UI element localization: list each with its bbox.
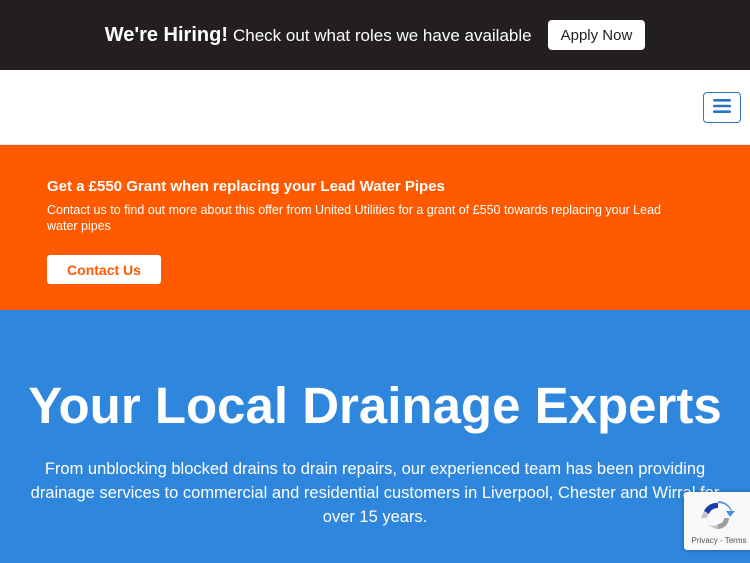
grant-title: Get a £550 Grant when replacing your Lea… [47,178,445,195]
grant-banner: Get a £550 Grant when replacing your Lea… [0,145,750,310]
hero-section: Your Local Drainage Experts From unblock… [0,310,750,563]
hiring-heading: We're Hiring! [104,23,228,46]
hero-subtitle: From unblocking blocked drains to drain … [30,460,720,526]
recaptcha-badge[interactable]: Privacy - Terms [684,492,750,550]
grant-description: Contact us to find out more about this o… [47,203,661,233]
hiring-banner: We're Hiring! Check out what roles we ha… [0,0,750,70]
hamburger-menu-icon [713,99,731,116]
contact-us-button[interactable]: Contact Us [47,255,161,284]
hiring-message: We're Hiring! Check out what roles we ha… [105,24,532,47]
apply-now-button[interactable]: Apply Now [547,20,646,50]
site-header [0,70,750,145]
menu-toggle-button[interactable] [703,92,741,123]
recaptcha-link-separator: - [717,536,725,545]
recaptcha-privacy-link[interactable]: Privacy [692,536,718,545]
recaptcha-links: Privacy - Terms [684,536,750,546]
recaptcha-terms-link[interactable]: Terms [725,536,747,545]
hero-title: Your Local Drainage Experts [28,377,722,434]
hiring-text: Check out what roles we have available [232,25,532,45]
recaptcha-logo-icon [700,500,736,539]
